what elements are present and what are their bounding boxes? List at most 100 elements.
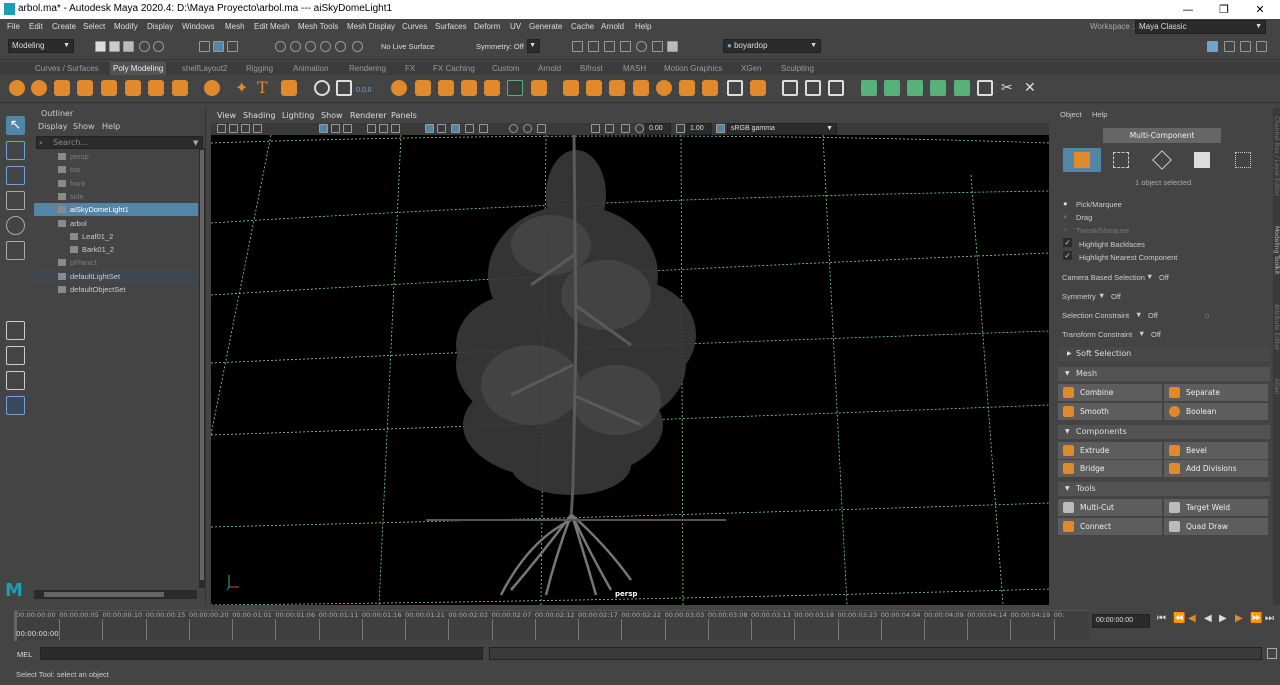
mirror-icon[interactable]	[507, 80, 523, 96]
wireframe-icon[interactable]	[367, 124, 376, 133]
go-to-start-icon[interactable]: ⏮	[1157, 613, 1166, 624]
menu-file[interactable]: File	[7, 22, 20, 31]
cut-uv-icon[interactable]: ✂	[1001, 80, 1017, 96]
outliner-menu-help[interactable]: Help	[102, 122, 120, 131]
symmetry-setting-value[interactable]: Off	[1111, 292, 1121, 301]
spherical-uv-icon[interactable]	[930, 80, 946, 96]
exposure-icon[interactable]	[591, 124, 600, 133]
outliner-row[interactable]: Leaf01_2	[34, 230, 198, 243]
user-account-dropdown[interactable]: ● boyardop ▼	[723, 39, 821, 53]
separate-icon[interactable]	[415, 80, 431, 96]
reduce-icon[interactable]	[531, 80, 547, 96]
components-section-header[interactable]: ▼ Components	[1058, 425, 1270, 439]
smooth-shade-icon[interactable]	[379, 124, 388, 133]
render-sequence-icon[interactable]	[652, 41, 663, 52]
menu-cache[interactable]: Cache	[571, 22, 594, 31]
symmetry-dropdown[interactable]: ▼	[527, 39, 540, 53]
outliner-row[interactable]: persp	[34, 150, 198, 163]
multi-cut-icon[interactable]	[782, 80, 798, 96]
shelf-tab-bifrost[interactable]: Bifrost	[580, 64, 603, 73]
viewport-menu-view[interactable]: View	[217, 111, 236, 120]
current-time-field[interactable]: 00:00:00:00	[1092, 614, 1150, 628]
redo-icon[interactable]	[153, 41, 164, 52]
view-transform-icon[interactable]	[621, 124, 630, 133]
pause-ipr-icon[interactable]	[667, 41, 678, 52]
viewport-menu-panels[interactable]: Panels	[391, 111, 417, 120]
outliner-horizontal-scrollbar[interactable]	[34, 590, 197, 599]
bevel-icon[interactable]	[609, 80, 625, 96]
connect-button[interactable]: Connect	[1058, 518, 1162, 535]
menu-surfaces[interactable]: Surfaces	[435, 22, 467, 31]
gamma-field[interactable]: 1.00	[686, 123, 712, 135]
maximize-button[interactable]: ❐	[1206, 1, 1242, 18]
move-tool-icon[interactable]	[6, 191, 25, 210]
boolean-icon[interactable]	[484, 80, 500, 96]
ambient-occlusion-icon[interactable]	[465, 124, 474, 133]
offset-icon[interactable]	[336, 80, 352, 96]
undo-icon[interactable]	[139, 41, 150, 52]
snap-curve-icon[interactable]	[290, 41, 301, 52]
exposure-control-icon[interactable]	[635, 124, 644, 133]
shelf-tab-custom[interactable]: Custom	[492, 64, 520, 73]
poly-platonic-icon[interactable]	[204, 80, 220, 96]
select-tool-icon[interactable]: ↖	[6, 116, 25, 135]
search-options-icon[interactable]: ▼	[193, 139, 198, 147]
menu-help[interactable]: Help	[635, 22, 651, 31]
single-perspective-layout-icon[interactable]	[6, 321, 25, 340]
select-by-object-icon[interactable]	[213, 41, 224, 52]
automatic-uv-icon[interactable]	[884, 80, 900, 96]
viewport-menu-renderer[interactable]: Renderer	[350, 111, 387, 120]
poly-sphere-icon[interactable]	[9, 80, 25, 96]
channel-box-toggle-icon[interactable]	[1256, 41, 1267, 52]
snap-surface-icon[interactable]	[335, 41, 346, 52]
toolkit-menu-help[interactable]: Help	[1092, 110, 1107, 119]
selection-constraint-value[interactable]: Off	[1148, 311, 1158, 320]
step-forward-frame-icon[interactable]: ▶	[1235, 613, 1243, 624]
merge-icon[interactable]	[750, 80, 766, 96]
tools-section-header[interactable]: ▼ Tools	[1058, 482, 1270, 496]
step-forward-key-icon[interactable]: ⏩	[1250, 613, 1262, 624]
use-all-lights-icon[interactable]	[437, 124, 446, 133]
combine-icon[interactable]	[391, 80, 407, 96]
shelf-tab-xgen[interactable]: XGen	[741, 64, 761, 73]
gamma-icon[interactable]	[605, 124, 614, 133]
outliner-row[interactable]: arbol	[34, 217, 198, 230]
snap-grid-icon[interactable]	[275, 41, 286, 52]
tool-settings-toggle-icon[interactable]	[1240, 41, 1251, 52]
ipr-render-icon[interactable]	[588, 41, 599, 52]
object-mode-button[interactable]	[1063, 148, 1101, 172]
outliner-row[interactable]: defaultObjectSet	[34, 283, 198, 296]
bevel-button[interactable]: Bevel	[1164, 442, 1268, 459]
svg-tool-icon[interactable]	[281, 80, 297, 96]
viewport-menu-lighting[interactable]: Lighting	[282, 111, 314, 120]
menu-edit[interactable]: Edit	[29, 22, 43, 31]
outliner-vertical-scrollbar[interactable]	[199, 148, 205, 588]
poly-disc-icon[interactable]	[172, 80, 188, 96]
outliner-row[interactable]: defaultLightSet	[34, 269, 198, 283]
anti-aliasing-icon[interactable]	[479, 124, 488, 133]
outliner-row[interactable]: aiSkyDomeLight1	[34, 203, 198, 217]
timeline-ruler[interactable]: 00:00:00:00 00:00:00:05 00:00:00:10 00:00:0…	[14, 610, 1089, 641]
sweep-mesh-icon[interactable]	[314, 80, 330, 96]
menu-generate[interactable]: Generate	[529, 22, 562, 31]
new-scene-icon[interactable]	[95, 41, 106, 52]
append-polygon-icon[interactable]	[656, 80, 672, 96]
menu-modify[interactable]: Modify	[114, 22, 138, 31]
quad-draw-button[interactable]: Quad Draw	[1164, 518, 1268, 535]
mesh-section-header[interactable]: ▼ Mesh	[1058, 367, 1270, 381]
multi-cut-button[interactable]: Multi-Cut	[1058, 499, 1162, 516]
script-editor-icon[interactable]	[1267, 648, 1277, 659]
menu-mesh-tools[interactable]: Mesh Tools	[298, 22, 338, 31]
highlight-nearest-checkbox[interactable]: ✓	[1063, 251, 1072, 260]
outliner-row[interactable]: side	[34, 190, 198, 203]
shelf-tab-motion-graphics[interactable]: Motion Graphics	[664, 64, 722, 73]
extract-icon[interactable]	[438, 80, 454, 96]
smooth-icon[interactable]	[461, 80, 477, 96]
poly-cube-icon[interactable]	[54, 80, 70, 96]
outliner-layout-icon[interactable]	[6, 396, 25, 415]
shelf-tab-sculpting[interactable]: Sculpting	[781, 64, 814, 73]
textured-icon[interactable]	[425, 124, 434, 133]
combine-button[interactable]: Combine	[1058, 384, 1162, 401]
shelf-tab-fx[interactable]: FX	[405, 64, 415, 73]
menu-mesh[interactable]: Mesh	[225, 22, 245, 31]
